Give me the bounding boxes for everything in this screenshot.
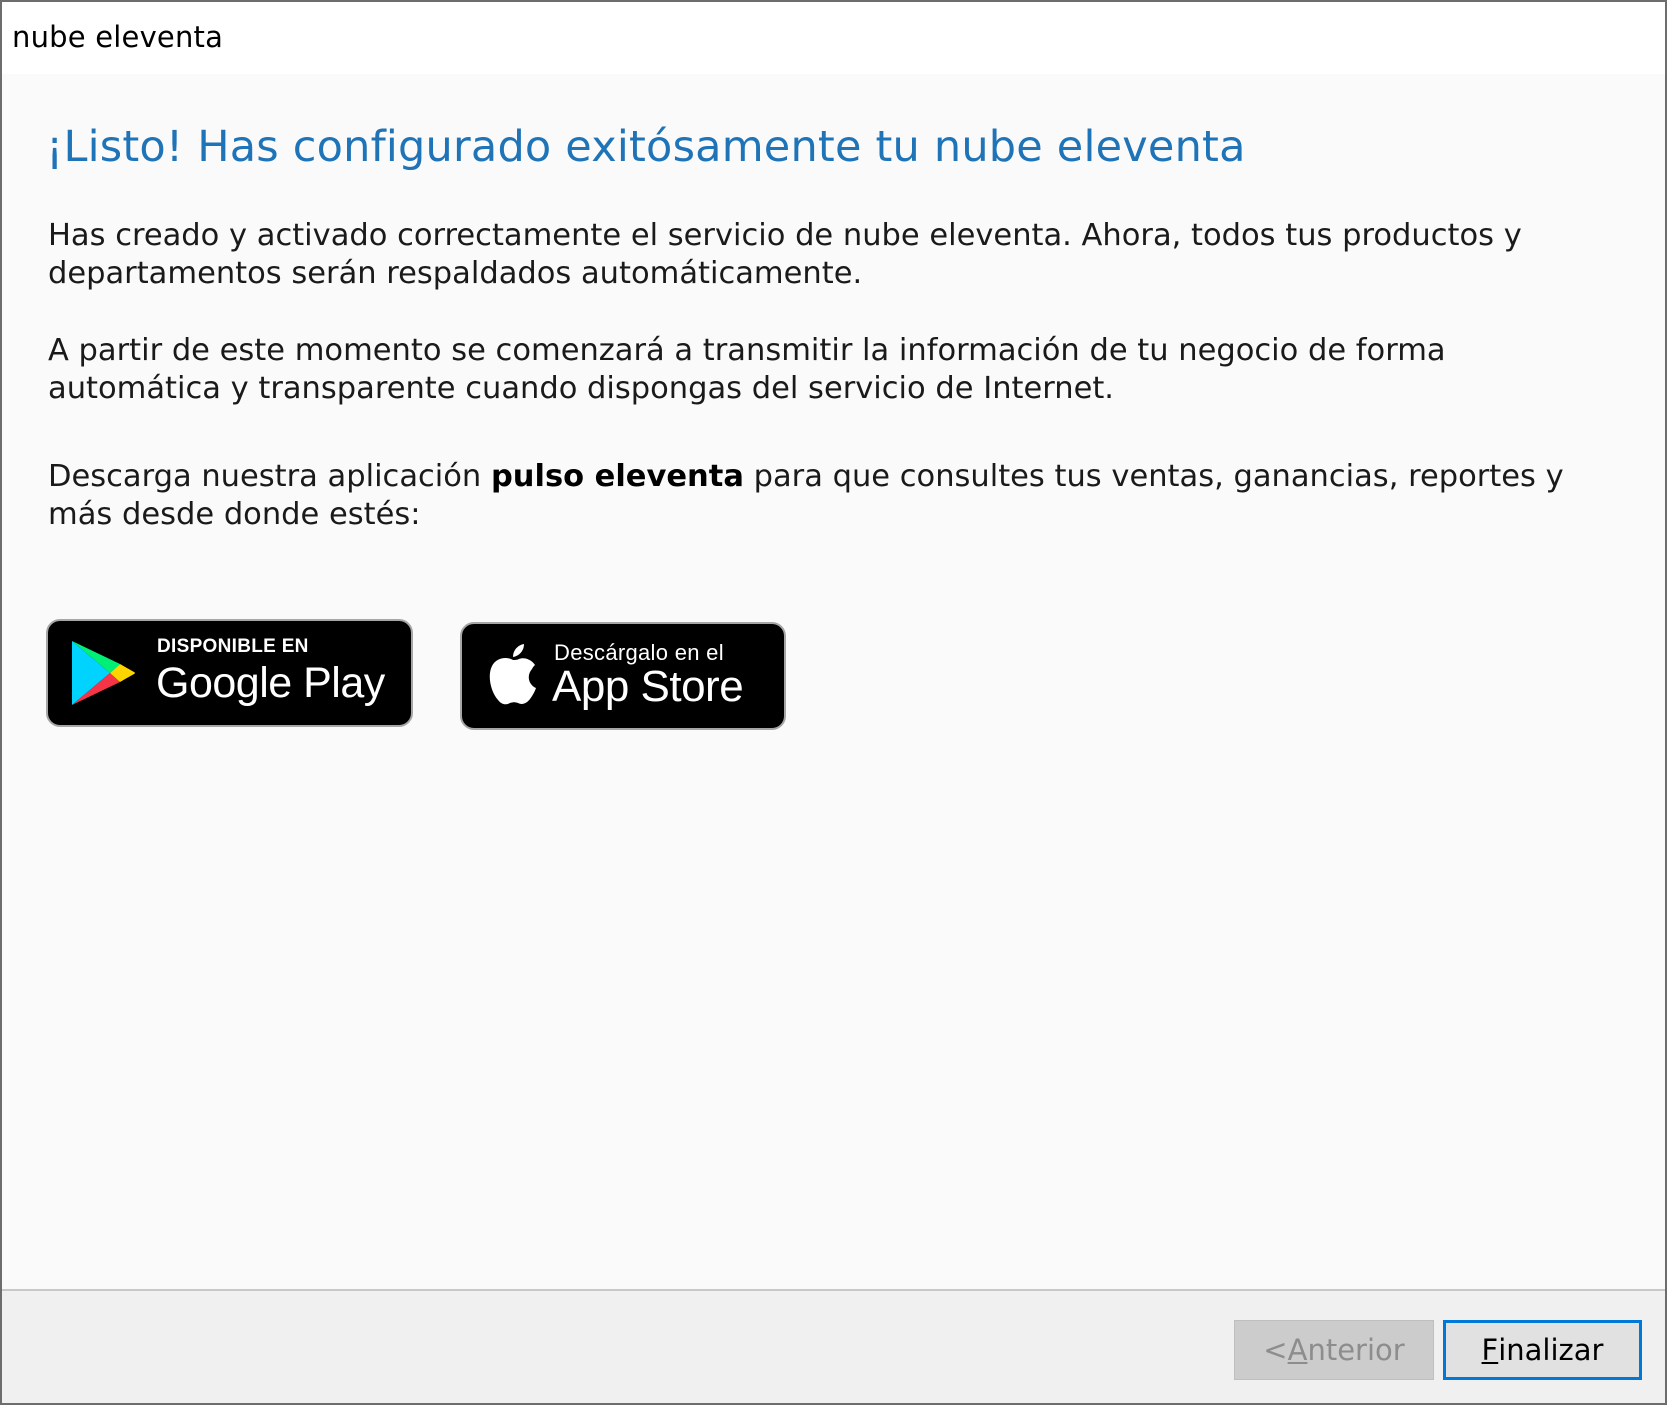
wizard-content: ¡Listo! Has configurado exitósamente tu … xyxy=(2,74,1665,1289)
download-message-before: Descarga nuestra aplicación xyxy=(48,459,491,494)
previous-button-mnemonic: A xyxy=(1287,1333,1308,1367)
finish-button[interactable]: Finalizar xyxy=(1443,1320,1642,1380)
apple-icon xyxy=(489,644,536,705)
google-play-name: Google Play xyxy=(156,659,385,707)
page-title: ¡Listo! Has configurado exitósamente tu … xyxy=(46,122,1246,172)
wizard-footer: < Anterior Finalizar xyxy=(2,1289,1665,1403)
success-message: Has creado y activado correctamente el s… xyxy=(48,218,1522,291)
previous-button-prefix: < xyxy=(1263,1333,1288,1367)
transmission-message: A partir de este momento se comenzará a … xyxy=(48,333,1446,406)
google-play-badge[interactable]: DISPONIBLE EN Google Play xyxy=(46,619,413,727)
wizard-window: nube eleventa ¡Listo! Has configurado ex… xyxy=(0,0,1667,1405)
app-name: pulso eleventa xyxy=(490,459,744,494)
google-play-icon xyxy=(72,641,135,705)
window-title: nube eleventa xyxy=(12,20,224,54)
title-bar: nube eleventa xyxy=(2,2,1665,74)
google-play-caption: DISPONIBLE EN xyxy=(157,636,309,657)
app-store-badge[interactable]: Descárgalo en el App Store xyxy=(460,622,786,730)
finish-button-rest: inalizar xyxy=(1498,1333,1604,1367)
download-message: Descarga nuestra aplicación pulso eleven… xyxy=(48,458,1628,534)
finish-button-mnemonic: F xyxy=(1481,1333,1499,1367)
previous-button[interactable]: < Anterior xyxy=(1234,1320,1434,1380)
previous-button-rest: nterior xyxy=(1307,1333,1405,1367)
app-store-name: App Store xyxy=(552,662,744,711)
